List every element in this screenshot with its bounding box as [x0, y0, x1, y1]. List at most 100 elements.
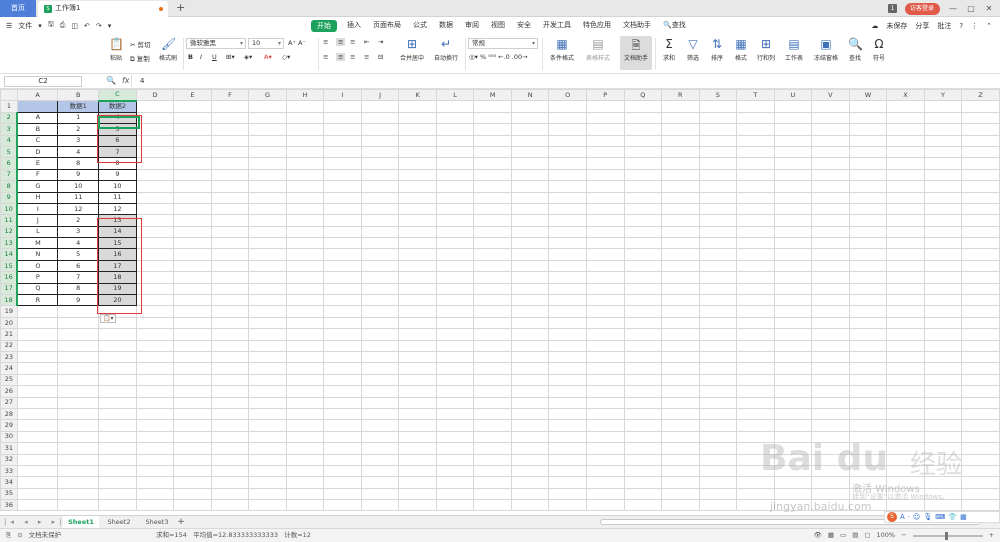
zoom-out-button[interactable]: −: [901, 529, 906, 542]
empty-cell[interactable]: [473, 134, 512, 147]
empty-cell[interactable]: [923, 157, 963, 170]
empty-cell[interactable]: [661, 305, 700, 318]
empty-cell[interactable]: [360, 100, 400, 113]
empty-cell[interactable]: [961, 123, 1000, 136]
empty-cell[interactable]: [811, 476, 850, 489]
empty-cell[interactable]: [248, 339, 287, 353]
empty-cell[interactable]: [248, 191, 287, 204]
empty-cell[interactable]: [135, 476, 175, 489]
empty-cell[interactable]: [135, 282, 175, 296]
empty-cell[interactable]: [698, 168, 738, 182]
empty-cell[interactable]: [923, 282, 963, 296]
table-cell[interactable]: L: [16, 225, 59, 239]
empty-cell[interactable]: [398, 407, 437, 421]
empty-cell[interactable]: [285, 282, 325, 296]
empty-cell[interactable]: [548, 385, 587, 398]
empty-cell[interactable]: [135, 442, 175, 455]
ime-emoji-icon[interactable]: ☺: [913, 513, 920, 521]
empty-cell[interactable]: [210, 350, 250, 364]
empty-cell[interactable]: [848, 123, 888, 136]
empty-cell[interactable]: [285, 145, 325, 159]
empty-cell[interactable]: [923, 214, 963, 227]
empty-cell[interactable]: [360, 134, 400, 147]
empty-cell[interactable]: [548, 168, 587, 182]
empty-cell[interactable]: [961, 396, 1000, 409]
empty-cell[interactable]: [323, 419, 362, 432]
empty-cell[interactable]: [473, 373, 512, 387]
empty-cell[interactable]: [16, 407, 59, 421]
empty-cell[interactable]: [886, 123, 925, 136]
empty-cell[interactable]: [210, 373, 250, 387]
empty-cell[interactable]: [435, 145, 475, 159]
empty-cell[interactable]: [661, 499, 700, 512]
empty-cell[interactable]: [360, 385, 400, 398]
empty-cell[interactable]: [16, 339, 59, 353]
empty-cell[interactable]: [510, 214, 550, 227]
empty-cell[interactable]: [623, 328, 663, 341]
empty-cell[interactable]: [435, 259, 475, 273]
empty-cell[interactable]: [698, 487, 738, 501]
empty-cell[interactable]: [923, 123, 963, 136]
empty-cell[interactable]: [961, 191, 1000, 204]
empty-cell[interactable]: [548, 214, 587, 227]
protect-icon[interactable]: ⎘: [6, 529, 11, 542]
empty-cell[interactable]: [323, 464, 362, 478]
empty-cell[interactable]: [435, 294, 475, 307]
empty-cell[interactable]: [135, 100, 175, 113]
empty-cell[interactable]: [548, 202, 587, 216]
empty-cell[interactable]: [435, 407, 475, 421]
empty-cell[interactable]: [848, 237, 888, 250]
empty-cell[interactable]: [435, 180, 475, 193]
empty-cell[interactable]: [886, 225, 925, 239]
empty-cell[interactable]: [961, 430, 1000, 444]
empty-cell[interactable]: [323, 430, 362, 444]
sort-button[interactable]: ⇅ 排序: [704, 37, 730, 62]
tab-view[interactable]: 视图: [485, 17, 511, 34]
empty-cell[interactable]: [886, 237, 925, 250]
empty-cell[interactable]: [848, 362, 888, 375]
empty-cell[interactable]: [135, 499, 175, 512]
empty-cell[interactable]: [285, 225, 325, 239]
empty-cell[interactable]: [398, 248, 437, 261]
empty-cell[interactable]: [360, 442, 400, 455]
unsaved-label[interactable]: 未保存: [886, 21, 907, 31]
select-all-corner[interactable]: [0, 89, 18, 102]
empty-cell[interactable]: [173, 453, 212, 466]
empty-cell[interactable]: [248, 476, 287, 489]
empty-cell[interactable]: [248, 157, 287, 170]
empty-cell[interactable]: [811, 168, 850, 182]
table-cell[interactable]: H: [16, 191, 59, 204]
empty-cell[interactable]: [135, 180, 175, 193]
empty-cell[interactable]: [585, 362, 625, 375]
merge-center-button[interactable]: ⊞ 合并居中: [396, 37, 428, 62]
empty-cell[interactable]: [360, 453, 400, 466]
empty-cell[interactable]: [285, 214, 325, 227]
empty-cell[interactable]: [210, 385, 250, 398]
table-cell[interactable]: I: [16, 202, 59, 216]
column-header[interactable]: Z: [961, 89, 1000, 102]
empty-cell[interactable]: [548, 271, 587, 284]
empty-cell[interactable]: [135, 373, 175, 387]
empty-cell[interactable]: [548, 373, 587, 387]
empty-cell[interactable]: [98, 385, 137, 398]
empty-cell[interactable]: [398, 100, 437, 113]
empty-cell[interactable]: [57, 396, 100, 409]
empty-cell[interactable]: [773, 225, 813, 239]
clear-format-icon[interactable]: ◇▾: [282, 53, 290, 61]
empty-cell[interactable]: [548, 316, 587, 330]
empty-cell[interactable]: [435, 499, 475, 512]
name-box[interactable]: C2: [4, 76, 82, 87]
empty-cell[interactable]: [736, 134, 775, 147]
table-cell[interactable]: 12: [98, 202, 137, 216]
empty-cell[interactable]: [698, 419, 738, 432]
empty-cell[interactable]: [360, 476, 400, 489]
empty-cell[interactable]: [135, 487, 175, 501]
empty-cell[interactable]: [473, 259, 512, 273]
empty-cell[interactable]: [323, 168, 362, 182]
empty-cell[interactable]: [398, 419, 437, 432]
empty-cell[interactable]: [886, 305, 925, 318]
empty-cell[interactable]: [510, 282, 550, 296]
row-header[interactable]: 35: [0, 487, 18, 501]
empty-cell[interactable]: [548, 259, 587, 273]
empty-cell[interactable]: [98, 396, 137, 409]
